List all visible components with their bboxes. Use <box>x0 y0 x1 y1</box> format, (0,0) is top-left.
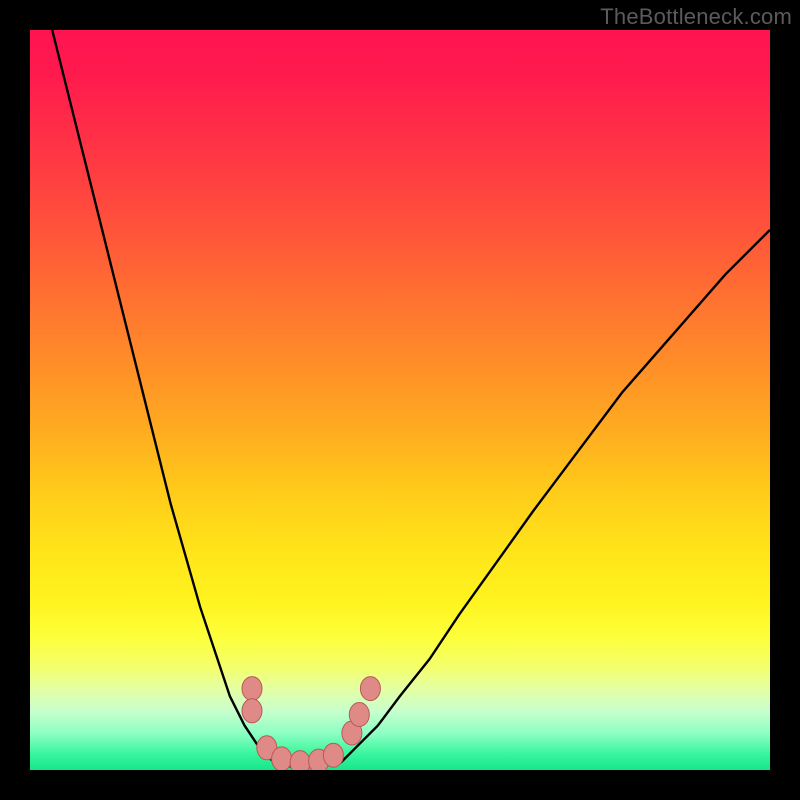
right-curve <box>341 230 770 763</box>
marker-right-cluster-b <box>349 703 369 727</box>
plot-area <box>30 30 770 770</box>
watermark-text: TheBottleneck.com <box>600 4 792 30</box>
marker-left-cluster-top <box>242 677 262 701</box>
chart-frame: TheBottleneck.com <box>0 0 800 800</box>
marker-left-cluster-bot <box>242 699 262 723</box>
left-curve <box>52 30 274 763</box>
data-markers <box>242 677 380 770</box>
marker-right-cluster-c <box>360 677 380 701</box>
marker-valley-2 <box>272 747 292 770</box>
marker-valley-5 <box>323 743 343 767</box>
chart-svg <box>30 30 770 770</box>
marker-valley-3 <box>290 751 310 770</box>
